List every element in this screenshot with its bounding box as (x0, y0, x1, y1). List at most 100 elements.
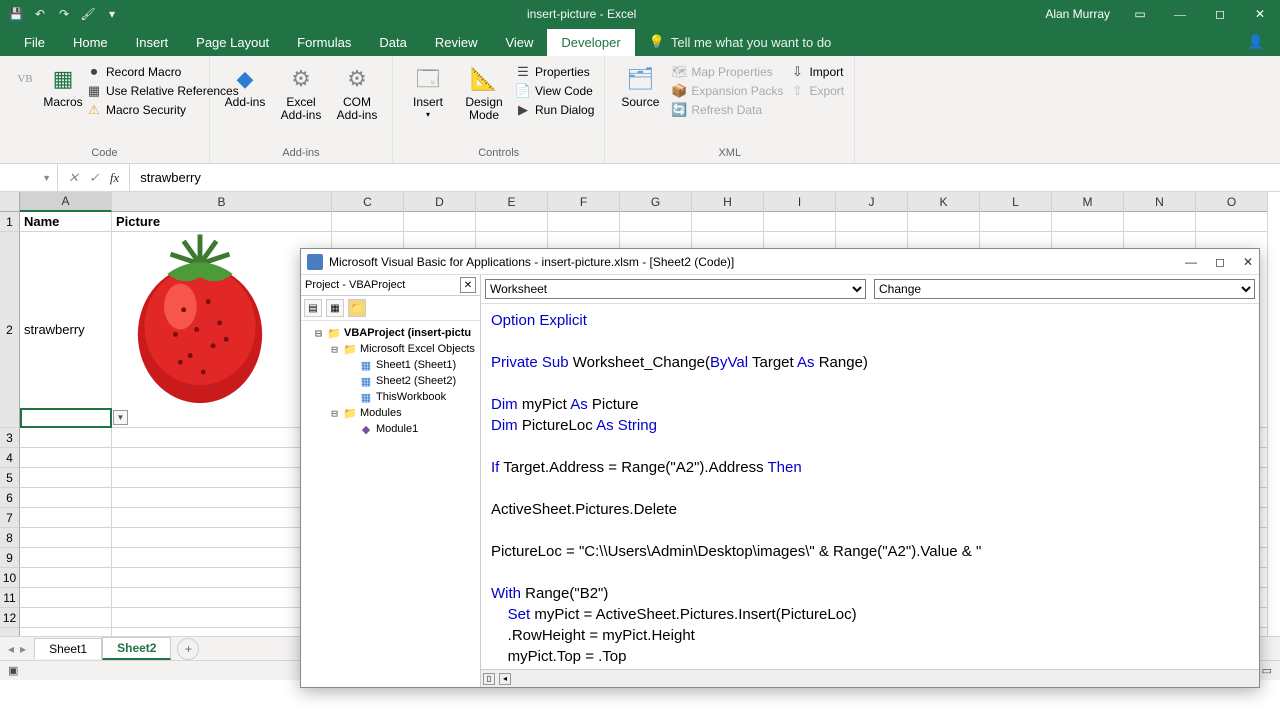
macro-record-icon[interactable]: ▣ (8, 664, 18, 677)
inserted-picture[interactable] (115, 228, 285, 408)
design-mode-button[interactable]: 📐Design Mode (459, 60, 509, 122)
close-icon[interactable]: ✕ (1240, 0, 1280, 28)
tab-developer[interactable]: Developer (547, 29, 634, 56)
col-header-N[interactable]: N (1124, 192, 1196, 212)
cell[interactable] (112, 628, 332, 636)
qat-dropdown-icon[interactable]: ▾ (104, 6, 120, 22)
col-header-K[interactable]: K (908, 192, 980, 212)
sheet-tab-2[interactable]: Sheet2 (102, 637, 171, 660)
folder-icon[interactable]: 📁 (348, 299, 366, 317)
view-code-button[interactable]: 📄View Code (515, 83, 594, 99)
view-code-icon[interactable]: ▤ (304, 299, 322, 317)
cell[interactable] (20, 468, 112, 488)
view-object-icon[interactable]: ▦ (326, 299, 344, 317)
col-header-M[interactable]: M (1052, 192, 1124, 212)
cell[interactable] (20, 428, 112, 448)
cell[interactable] (112, 468, 332, 488)
col-header-D[interactable]: D (404, 192, 476, 212)
split-icon[interactable]: ▯ (483, 673, 495, 685)
view-break-icon[interactable]: ▭ (1262, 664, 1272, 677)
cell[interactable] (1052, 212, 1124, 232)
col-header-G[interactable]: G (620, 192, 692, 212)
col-header-O[interactable]: O (1196, 192, 1268, 212)
tab-data[interactable]: Data (365, 29, 420, 56)
col-header-I[interactable]: I (764, 192, 836, 212)
tree-sheet2[interactable]: ▦Sheet2 (Sheet2) (303, 373, 478, 389)
cell[interactable] (692, 212, 764, 232)
cell[interactable] (404, 212, 476, 232)
cell[interactable] (1124, 212, 1196, 232)
maximize-icon[interactable]: ◻ (1200, 0, 1240, 28)
cell[interactable]: strawberry (20, 232, 112, 428)
import-button[interactable]: ⇩Import (789, 64, 844, 80)
format-painter-icon[interactable]: 🖌 (80, 6, 96, 22)
insert-control-button[interactable]: 🗔Insert▾ (403, 60, 453, 120)
code-editor[interactable]: Option Explicit Private Sub Worksheet_Ch… (481, 304, 1259, 669)
tab-insert[interactable]: Insert (122, 29, 183, 56)
tree-thisworkbook[interactable]: ▦ThisWorkbook (303, 389, 478, 405)
cell[interactable] (20, 508, 112, 528)
col-header-C[interactable]: C (332, 192, 404, 212)
name-box[interactable]: ▼ (0, 164, 58, 191)
tree-sheet1[interactable]: ▦Sheet1 (Sheet1) (303, 357, 478, 373)
cancel-icon[interactable]: ✕ (68, 170, 79, 186)
ribbon-options-icon[interactable]: ▭ (1120, 0, 1160, 28)
tab-formulas[interactable]: Formulas (283, 29, 365, 56)
sheet-nav[interactable]: ◂▸ (0, 642, 34, 656)
col-header-A[interactable]: A (20, 192, 112, 212)
cell[interactable] (764, 212, 836, 232)
cell[interactable] (20, 528, 112, 548)
project-close-icon[interactable]: ✕ (460, 277, 476, 293)
cell[interactable] (980, 212, 1052, 232)
cell[interactable] (836, 212, 908, 232)
cell[interactable] (112, 568, 332, 588)
tab-home[interactable]: Home (59, 29, 122, 56)
tree-excel-objects[interactable]: ⊟📁Microsoft Excel Objects (303, 341, 478, 357)
cell[interactable] (112, 488, 332, 508)
col-header-F[interactable]: F (548, 192, 620, 212)
cell[interactable]: Name (20, 212, 112, 232)
object-dropdown[interactable]: Worksheet (485, 279, 866, 299)
tab-view[interactable]: View (491, 29, 547, 56)
visual-basic-button[interactable]: VB (10, 60, 40, 94)
cell[interactable] (112, 548, 332, 568)
tree-modules[interactable]: ⊟📁Modules (303, 405, 478, 421)
cell[interactable] (20, 588, 112, 608)
vba-minimize-icon[interactable]: — (1185, 255, 1197, 269)
select-all-corner[interactable] (0, 192, 20, 212)
cell[interactable] (1196, 212, 1268, 232)
sheet-tab-1[interactable]: Sheet1 (34, 638, 102, 659)
tab-review[interactable]: Review (421, 29, 492, 56)
minimize-icon[interactable]: — (1160, 0, 1200, 28)
xml-source-button[interactable]: 🗂Source (615, 60, 665, 109)
save-icon[interactable]: 💾 (8, 6, 24, 22)
tree-module1[interactable]: ◆Module1 (303, 421, 478, 437)
cell[interactable] (20, 628, 112, 636)
vba-editor-window[interactable]: Microsoft Visual Basic for Applications … (300, 248, 1260, 688)
col-header-J[interactable]: J (836, 192, 908, 212)
enter-icon[interactable]: ✓ (89, 170, 100, 186)
add-sheet-button[interactable]: + (177, 638, 199, 660)
cell[interactable] (548, 212, 620, 232)
vba-close-icon[interactable]: ✕ (1243, 255, 1253, 269)
tell-me-search[interactable]: 💡 Tell me what you want to do (635, 28, 846, 56)
code-scrollbar[interactable]: ▯ ◂ (481, 669, 1259, 687)
chevron-down-icon[interactable]: ▼ (42, 173, 51, 183)
cell[interactable] (20, 608, 112, 628)
tab-file[interactable]: File (10, 29, 59, 56)
macros-button[interactable]: ▦ Macros (46, 60, 80, 109)
fx-icon[interactable]: fx (110, 170, 119, 186)
cell[interactable] (112, 448, 332, 468)
cell[interactable] (20, 448, 112, 468)
formula-input[interactable]: strawberry (130, 170, 1280, 185)
col-header-E[interactable]: E (476, 192, 548, 212)
cell[interactable] (908, 212, 980, 232)
cell[interactable] (476, 212, 548, 232)
vba-titlebar[interactable]: Microsoft Visual Basic for Applications … (301, 249, 1259, 275)
cell[interactable] (332, 212, 404, 232)
excel-addins-button[interactable]: ⚙Excel Add-ins (276, 60, 326, 122)
col-header-H[interactable]: H (692, 192, 764, 212)
cell[interactable] (20, 488, 112, 508)
col-header-L[interactable]: L (980, 192, 1052, 212)
tab-page-layout[interactable]: Page Layout (182, 29, 283, 56)
